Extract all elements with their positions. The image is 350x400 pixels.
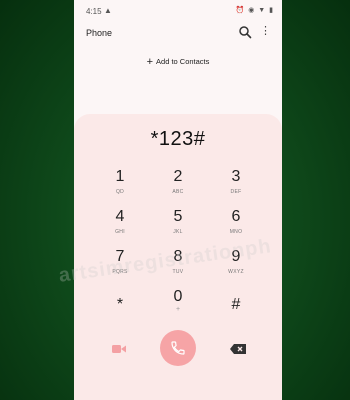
dial-key-6[interactable]: 6 MNO [206,208,266,246]
app-header: Phone ⋮ [74,22,282,42]
key-digit: 3 [231,168,241,185]
video-call-icon[interactable] [112,344,126,354]
key-digit: 7 [115,248,125,265]
status-bar: 4:15 ▲ ⏰ ◉ ▼ ▮ [74,0,282,20]
key-digit: 1 [115,168,125,185]
key-letters: PQRS [112,269,128,275]
call-button[interactable] [160,330,196,366]
key-digit: # [231,296,241,313]
more-vert-icon[interactable]: ⋮ [260,24,271,37]
dial-key-8[interactable]: 8 TUV [148,248,208,286]
key-digit: 0 [173,288,183,305]
key-digit: 4 [115,208,125,225]
key-letters: QD [115,189,125,195]
dialed-number[interactable]: *123# [74,128,282,151]
key-letters: JKL [173,229,183,235]
key-digit: 8 [173,248,183,265]
search-icon[interactable] [238,25,252,39]
dial-key-3[interactable]: 3 DEF [206,168,266,206]
dial-key-hash[interactable]: # [206,296,266,334]
key-letters: TUV [172,269,184,275]
dial-key-0[interactable]: 0 + [148,288,208,326]
add-to-contacts-label: Add to Contacts [156,57,210,66]
dial-key-4[interactable]: 4 GHI [90,208,150,246]
dial-key-7[interactable]: 7 PQRS [90,248,150,286]
key-letters: DEF [230,189,242,195]
key-digit: 9 [231,248,241,265]
phone-screen: 4:15 ▲ ⏰ ◉ ▼ ▮ Phone ⋮ + Add to Contacts … [74,0,282,400]
key-digit: * [116,296,124,313]
key-digit: 6 [231,208,241,225]
page-title: Phone [86,28,113,38]
dial-key-star[interactable]: * [90,296,150,334]
key-digit: 2 [173,168,183,185]
status-icons: ⏰ ◉ ▼ ▮ [235,7,274,14]
add-to-contacts-button[interactable]: + Add to Contacts [74,56,282,72]
dial-key-1[interactable]: 1 QD [90,168,150,206]
key-letters: GHI [115,229,125,235]
key-letters: MNO [229,229,243,235]
dial-key-5[interactable]: 5 JKL [148,208,208,246]
backspace-icon[interactable] [230,344,246,354]
key-letters: + [175,306,181,313]
key-letters: WXYZ [228,269,244,275]
phone-icon [171,341,185,355]
warning-icon: ▲ [104,6,112,15]
key-digit: 5 [173,208,183,225]
key-letters: ABC [172,189,184,195]
status-time: 4:15 [86,7,102,16]
dial-key-9[interactable]: 9 WXYZ [206,248,266,286]
plus-icon: + [146,56,154,68]
dial-key-2[interactable]: 2 ABC [148,168,208,206]
